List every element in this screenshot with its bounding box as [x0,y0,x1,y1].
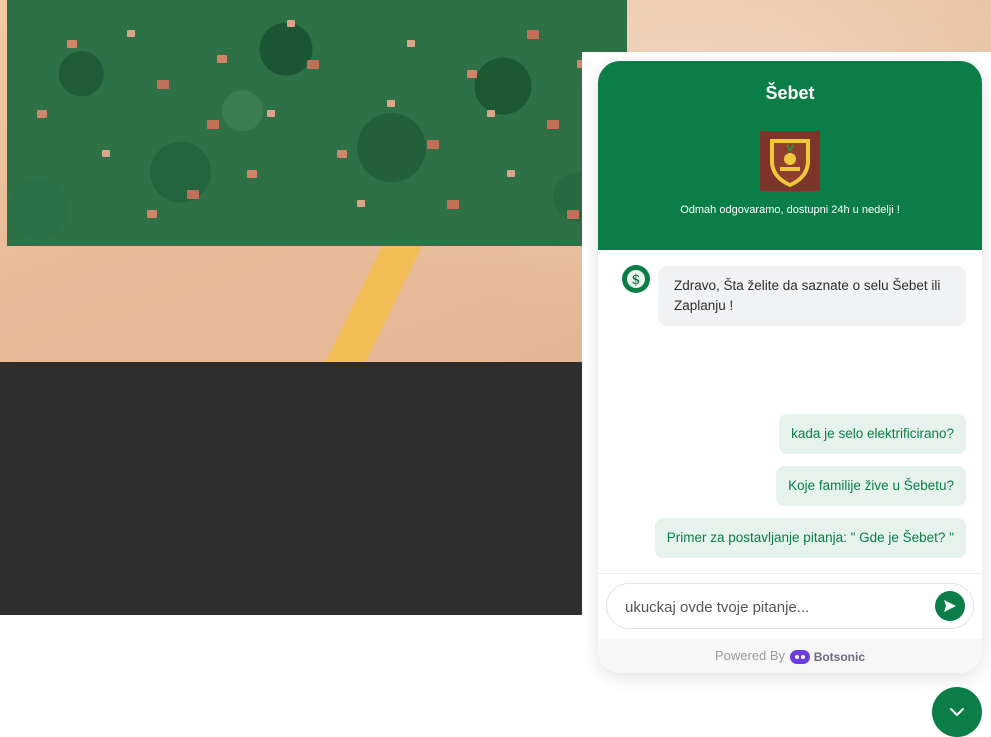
village-crest-icon [760,131,820,191]
roof-marker [102,150,110,157]
dark-section [0,362,582,615]
chat-subtitle: Odmah odgovaramo, dostupni 24h u nedelji… [680,204,900,216]
aerial-village-photo [7,0,627,246]
roof-marker [467,70,477,78]
chevron-down-icon [950,708,964,716]
botsonic-link[interactable]: Botsonic [789,640,865,673]
chat-toggle-button[interactable] [932,687,982,737]
roof-marker [337,150,347,158]
roof-marker [157,80,169,89]
roof-marker [567,210,579,219]
botsonic-label: Botsonic [813,649,866,664]
roof-marker [217,55,227,63]
message-input-container [606,583,974,629]
roof-marker [267,110,275,117]
roof-marker [507,170,515,177]
roof-marker [387,100,395,107]
svg-text:$: $ [632,272,641,288]
roof-marker [127,30,135,37]
suggestion-chip[interactable]: kada je selo elektrificirano? [779,414,966,454]
roof-marker [247,170,257,178]
chat-title: Šebet [765,83,815,103]
send-button[interactable] [935,591,965,621]
roof-marker [527,30,539,39]
bot-message: Zdravo, Šta želite da saznate o selu Šeb… [658,266,966,326]
roof-marker [487,110,495,117]
chat-widget: Šebet Odmah odgovaramo, dostupni 24h u n… [598,61,982,673]
roof-marker [357,200,365,207]
roof-marker [547,120,559,129]
message-input[interactable] [623,592,927,622]
dollar-s-icon: $ [622,265,650,293]
botsonic-logo-icon [789,649,810,664]
roof-marker [147,210,157,218]
chat-header: Šebet Odmah odgovaramo, dostupni 24h u n… [598,61,982,250]
roof-marker [427,140,439,149]
roof-marker [447,200,459,209]
roof-marker [187,190,199,199]
roof-marker [407,40,415,47]
roof-marker [37,110,47,118]
divider [598,573,982,574]
roof-marker [67,40,77,48]
powered-by-footer: Powered By Botsonic [598,639,982,673]
roof-marker [307,60,319,69]
suggestion-chip[interactable]: Primer za postavljanje pitanja: " Gde je… [654,518,966,558]
roof-marker [287,20,295,27]
send-arrow-icon [944,600,956,612]
powered-by-label: Powered By [714,648,786,663]
suggestion-chip[interactable]: Koje familije žive u Šebetu? [776,466,966,506]
roof-marker [207,120,219,129]
